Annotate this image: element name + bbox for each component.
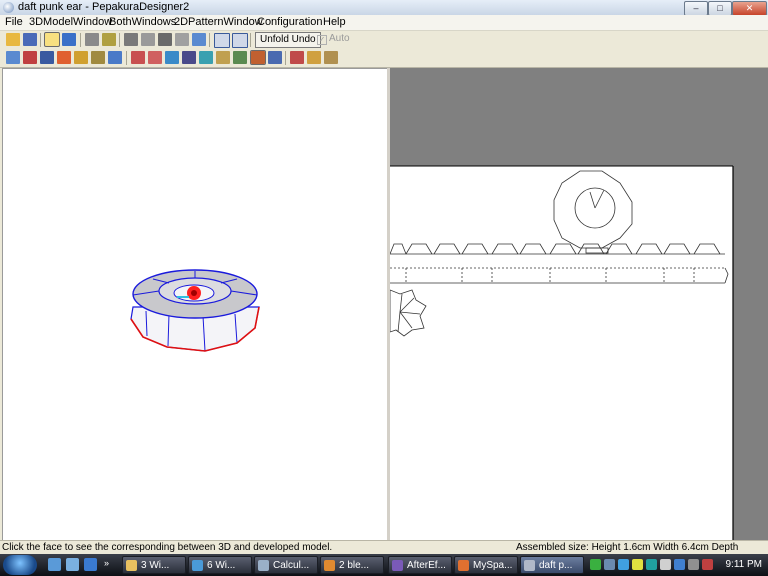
2d-pattern-canvas[interactable]	[389, 68, 768, 540]
cut-icon[interactable]	[131, 51, 145, 64]
firefox-icon	[458, 560, 469, 571]
network-icon[interactable]	[604, 559, 615, 570]
status-hint: Click the face to see the corresponding …	[2, 542, 333, 553]
auto-checkbox-box: ✓	[317, 35, 327, 45]
folder-icon	[126, 560, 137, 571]
toolbar-separator	[119, 33, 120, 47]
export-icon[interactable]	[324, 51, 338, 64]
paint-icon[interactable]	[23, 51, 37, 64]
antivirus-icon[interactable]	[702, 559, 713, 570]
switch-windows-icon[interactable]	[66, 558, 79, 571]
zoom-fit-icon[interactable]	[6, 51, 20, 64]
window-single-icon[interactable]	[214, 33, 230, 48]
messenger-icon[interactable]	[618, 559, 629, 570]
pencil-icon[interactable]	[124, 33, 138, 46]
task-internet-explorer[interactable]: 6 Wi...	[188, 556, 252, 574]
3d-model-canvas[interactable]	[3, 69, 387, 541]
task-windows-explorer[interactable]: 3 Wi...	[122, 556, 186, 574]
start-button[interactable]	[3, 555, 37, 575]
select-mode-icon[interactable]	[44, 32, 60, 47]
text-icon[interactable]	[216, 51, 230, 64]
after-effects-icon	[392, 560, 403, 571]
edit-toolbar	[0, 49, 768, 68]
window-split-icon[interactable]	[232, 33, 248, 48]
blender-icon	[324, 560, 335, 571]
toolbar-separator	[250, 33, 251, 47]
fold-icon[interactable]	[199, 51, 213, 64]
brush-icon[interactable]	[40, 51, 54, 64]
rotate-cube-icon[interactable]	[85, 33, 99, 46]
open-folder-icon[interactable]	[6, 33, 20, 46]
show-desktop-icon[interactable]	[48, 558, 61, 571]
menu-bothwindows[interactable]: BothWindows	[109, 16, 176, 28]
flap-icon[interactable]	[74, 51, 88, 64]
menu-configuration[interactable]: Configuration	[257, 16, 322, 28]
toolbar-separator	[285, 51, 286, 65]
3d-model-window[interactable]	[2, 68, 388, 542]
2d-pattern-window[interactable]	[389, 68, 768, 540]
display-icon[interactable]	[674, 559, 685, 570]
lines-icon[interactable]	[182, 51, 196, 64]
settings-icon[interactable]	[307, 51, 321, 64]
paper-sheet	[390, 166, 733, 540]
menu-help[interactable]: Help	[323, 16, 346, 28]
task-pepakura[interactable]: daft p...	[520, 556, 584, 574]
page-icon[interactable]	[91, 51, 105, 64]
quicklaunch-more-icon[interactable]: »	[104, 558, 114, 571]
task-calculator[interactable]: Calcul...	[254, 556, 318, 574]
main-toolbar: Unfold Undo ✓ Auto	[0, 31, 768, 49]
system-tray: 9:11 PM	[588, 556, 768, 574]
task-after-effects[interactable]: AfterEf...	[388, 556, 452, 574]
number-icon[interactable]	[57, 51, 71, 64]
security-icon[interactable]	[632, 559, 643, 570]
toolbar-separator	[126, 51, 127, 65]
volume-icon[interactable]	[660, 559, 671, 570]
auto-checkbox[interactable]: ✓ Auto	[317, 33, 350, 45]
window-title: daft punk ear - PepakuraDesigner2	[18, 1, 190, 13]
minimize-button[interactable]: –	[684, 1, 708, 16]
ie-icon	[192, 560, 203, 571]
menu-bar: File 3DModelWindow BothWindows 2DPattern…	[0, 15, 768, 31]
maximize-button[interactable]: □	[708, 1, 732, 16]
menu-3dmodelwindow[interactable]: 3DModelWindow	[29, 16, 112, 28]
update-icon[interactable]	[590, 559, 601, 570]
move-icon[interactable]	[165, 51, 179, 64]
toolbar-separator	[40, 33, 41, 47]
image-icon[interactable]	[233, 51, 247, 64]
taskbar: » 3 Wi... 6 Wi... Calcul... 2 ble... Aft…	[0, 554, 768, 576]
mirror-icon[interactable]	[175, 33, 189, 46]
hand-icon[interactable]	[250, 50, 266, 65]
power-icon[interactable]	[688, 559, 699, 570]
task-blender[interactable]: 2 ble...	[320, 556, 384, 574]
toolbar-separator	[80, 33, 81, 47]
unfold-icon[interactable]	[102, 33, 116, 46]
calculator-icon	[258, 560, 269, 571]
join-icon[interactable]	[148, 51, 162, 64]
menu-2dpatternwindow[interactable]: 2DPatternWindow	[174, 16, 263, 28]
close-button[interactable]: ✕	[732, 1, 767, 16]
app-icon	[3, 2, 14, 13]
3d-model	[130, 269, 260, 352]
save-icon[interactable]	[23, 33, 37, 46]
layout-icon[interactable]	[108, 51, 122, 64]
unfold-undo-button[interactable]: Unfold Undo	[255, 32, 321, 48]
taskbar-clock[interactable]: 9:11 PM	[726, 558, 763, 572]
print-icon[interactable]	[290, 51, 304, 64]
eraser-icon[interactable]	[141, 33, 155, 46]
anchor-icon[interactable]	[158, 33, 172, 46]
task-myspace-firefox[interactable]: MySpa...	[454, 556, 518, 574]
status-bar: Click the face to see the corresponding …	[0, 540, 768, 564]
menu-file[interactable]: File	[5, 16, 23, 28]
toolbar-separator	[209, 33, 210, 47]
undo-icon[interactable]	[268, 51, 282, 64]
internet-explorer-icon[interactable]	[84, 558, 97, 571]
fit-icon[interactable]	[192, 33, 206, 46]
tray-app-icon[interactable]	[646, 559, 657, 570]
pepakura-icon	[524, 560, 535, 571]
title-bar: daft punk ear - PepakuraDesigner2 – □ ✕	[0, 0, 768, 16]
auto-label: Auto	[329, 33, 350, 44]
cube-icon[interactable]	[62, 33, 76, 46]
